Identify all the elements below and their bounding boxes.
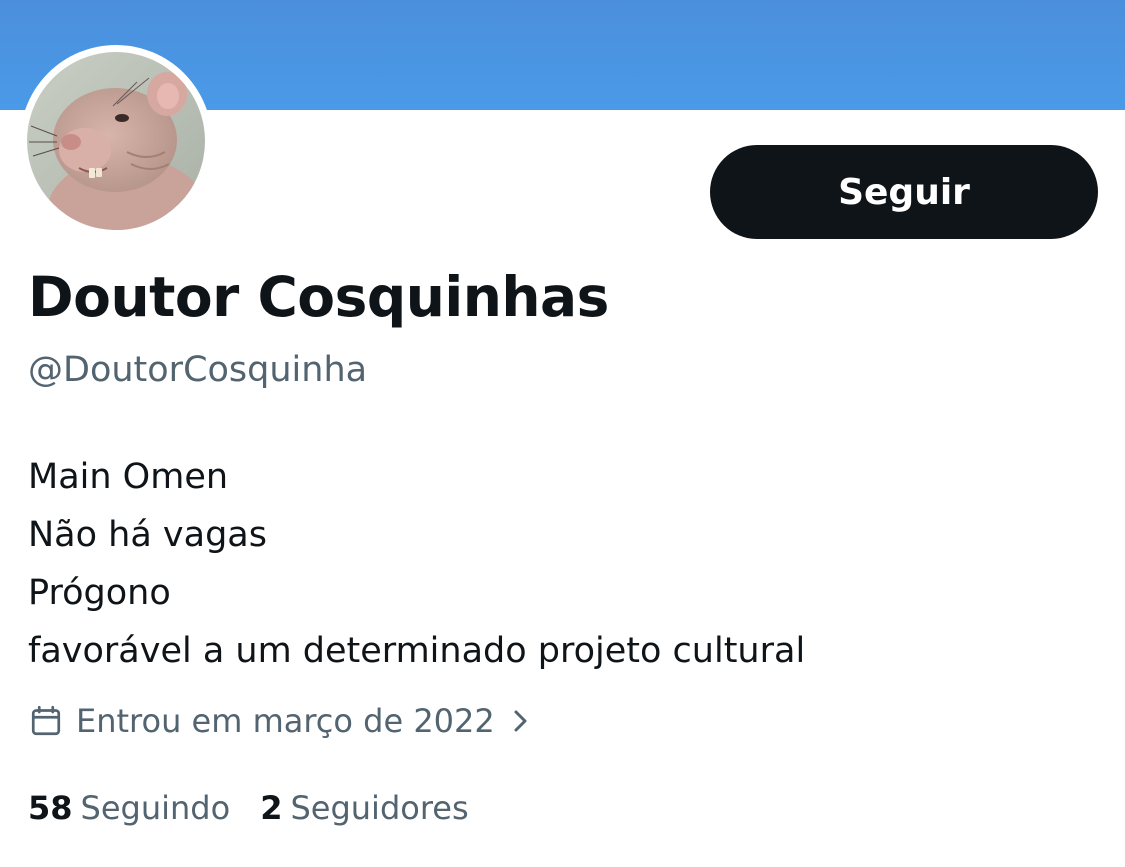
joined-label: Entrou em março de 2022: [76, 702, 495, 740]
profile-bio: Main Omen Não há vagas Prógono favorável…: [28, 448, 805, 680]
joined-date[interactable]: Entrou em março de 2022: [28, 696, 531, 746]
display-name: Doutor Cosquinhas: [28, 265, 609, 329]
followers-link[interactable]: 2 Seguidores: [260, 789, 468, 827]
bio-line: Não há vagas: [28, 515, 267, 555]
followers-label: Seguidores: [290, 789, 469, 827]
bio-line: favorável a um determinado projeto cultu…: [28, 631, 806, 671]
bio-line: Prógono: [28, 573, 171, 613]
avatar[interactable]: [27, 52, 205, 230]
hairless-rat-photo: [27, 52, 205, 230]
following-count: 58: [28, 789, 73, 827]
user-handle: @DoutorCosquinha: [28, 350, 368, 390]
following-link[interactable]: 58 Seguindo: [28, 789, 230, 827]
profile-page: Seguir Doutor Cosquinhas @DoutorCosquinh…: [0, 0, 1125, 867]
followers-count: 2: [260, 789, 283, 827]
following-label: Seguindo: [80, 789, 231, 827]
follow-stats: 58 Seguindo 2 Seguidores: [28, 784, 469, 832]
calendar-icon: [28, 703, 64, 739]
chevron-right-icon: [511, 706, 531, 736]
bio-line: Main Omen: [28, 457, 229, 497]
follow-button[interactable]: Seguir: [710, 145, 1098, 239]
